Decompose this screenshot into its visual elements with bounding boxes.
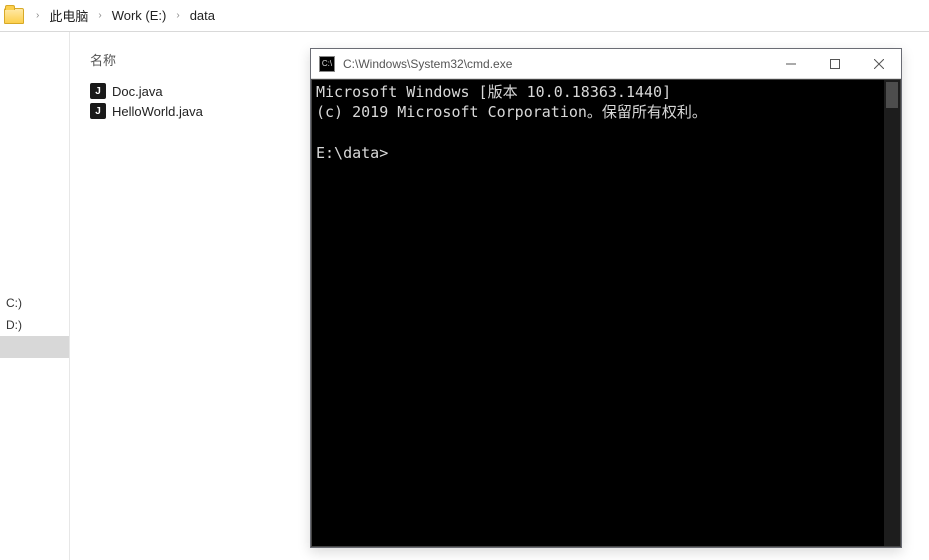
cmd-prompt: E:\data> [316, 144, 388, 162]
chevron-right-icon[interactable]: › [170, 10, 185, 21]
maximize-button[interactable] [813, 49, 857, 78]
cmd-titlebar[interactable]: C:\ C:\Windows\System32\cmd.exe [311, 49, 901, 79]
sidebar-drive-c[interactable]: C:) [0, 292, 69, 314]
cmd-output-line: Microsoft Windows [版本 10.0.18363.1440] [316, 83, 671, 101]
cmd-title: C:\Windows\System32\cmd.exe [343, 57, 769, 71]
chevron-right-icon[interactable]: › [30, 10, 45, 21]
breadcrumb-item-data[interactable]: data [186, 4, 219, 27]
java-file-icon: J [90, 103, 106, 119]
breadcrumb-item-this-pc[interactable]: 此电脑 [45, 2, 92, 29]
minimize-icon [786, 59, 796, 69]
scrollbar[interactable] [884, 80, 900, 546]
close-icon [874, 59, 884, 69]
list-item[interactable]: J Doc.java [88, 81, 165, 101]
cmd-icon: C:\ [319, 56, 335, 72]
maximize-icon [830, 59, 840, 69]
cmd-output-line: (c) 2019 Microsoft Corporation。保留所有权利。 [316, 103, 707, 121]
folder-icon [4, 8, 24, 24]
file-name-label: HelloWorld.java [112, 104, 203, 119]
scrollbar-thumb[interactable] [886, 82, 898, 108]
chevron-right-icon[interactable]: › [92, 10, 107, 21]
close-button[interactable] [857, 49, 901, 78]
java-file-icon: J [90, 83, 106, 99]
window-controls [769, 49, 901, 78]
sidebar-item-selected[interactable] [0, 336, 69, 358]
sidebar-drive-d[interactable]: D:) [0, 314, 69, 336]
sidebar: C:) D:) [0, 32, 70, 560]
minimize-button[interactable] [769, 49, 813, 78]
list-item[interactable]: J HelloWorld.java [88, 101, 205, 121]
file-name-label: Doc.java [112, 84, 163, 99]
cmd-window[interactable]: C:\ C:\Windows\System32\cmd.exe Microsof… [310, 48, 902, 548]
breadcrumb-item-work-e[interactable]: Work (E:) [108, 4, 171, 27]
breadcrumb: › 此电脑 › Work (E:) › data [0, 0, 929, 32]
cmd-terminal[interactable]: Microsoft Windows [版本 10.0.18363.1440] (… [311, 79, 901, 547]
